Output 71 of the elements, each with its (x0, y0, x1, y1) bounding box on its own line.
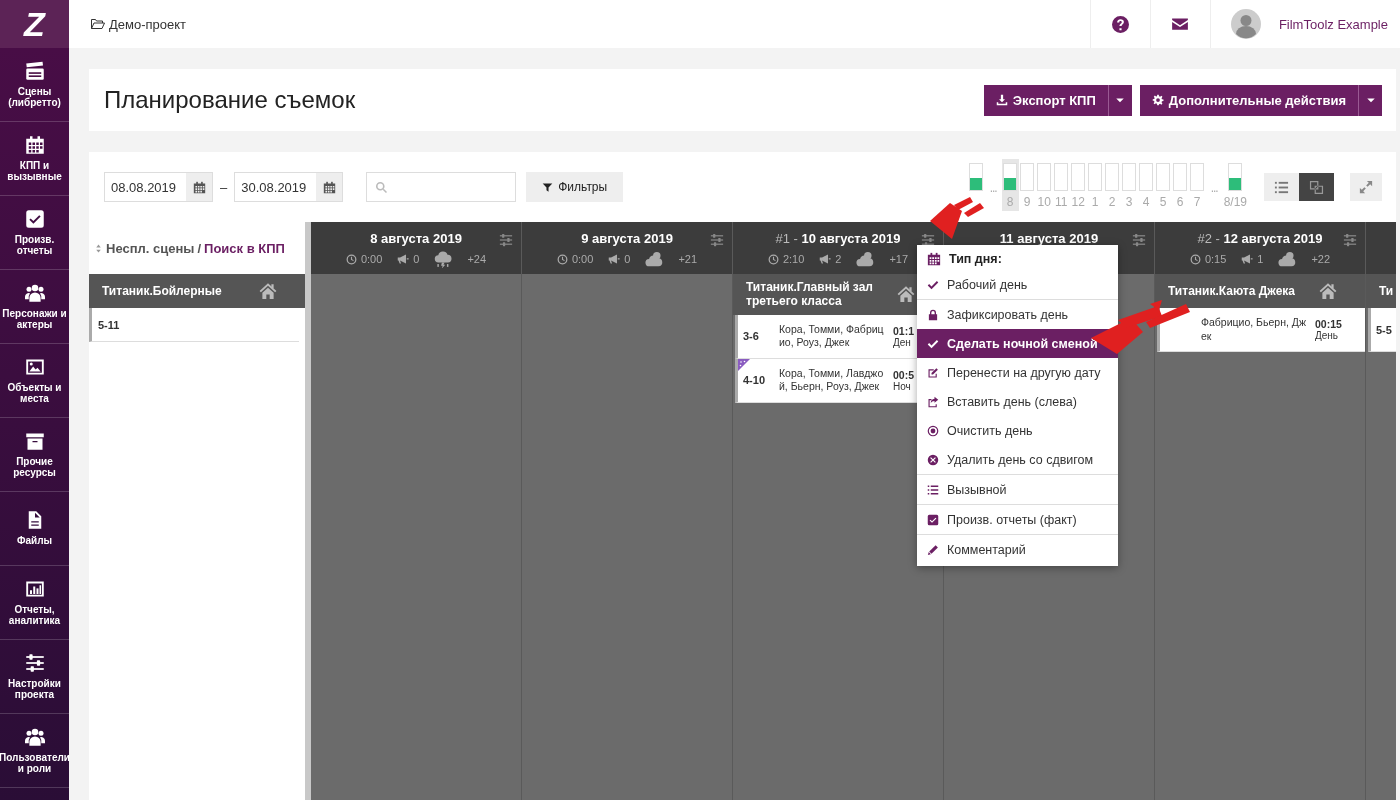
temperature: +21 (678, 253, 698, 265)
day-label: 7 (1193, 196, 1201, 208)
menu-item[interactable]: Рабочий день (917, 270, 1118, 299)
day-label: 4 (1142, 196, 1150, 208)
temperature: +24 (467, 253, 487, 265)
action-button[interactable]: Экспорт КПП (983, 84, 1108, 116)
cast-list: Фабрицио, Бьерн, Джек (1201, 316, 1315, 343)
menu-item[interactable]: Произв. отчеты (факт) (917, 505, 1118, 534)
scene-duration: 01:1 (893, 324, 914, 337)
scene-duration: 00:5 (893, 368, 914, 381)
shoot-time: 0:15 (1204, 253, 1227, 265)
shoot-time: 0:00 (360, 253, 383, 265)
user-name[interactable]: FilmToolz Example (1278, 16, 1388, 32)
app-logo[interactable]: Z (0, 0, 69, 48)
day-title: #2 - 12 августа 2019 (1197, 231, 1323, 246)
shoot-time: 2:10 (782, 253, 805, 265)
shift-type: День (1315, 330, 1339, 341)
call-count: 0 (624, 253, 631, 265)
location-name: Ти (1379, 283, 1394, 299)
day-title: #1 - 10 августа 2019 (775, 231, 901, 246)
day-label: 2 (1108, 196, 1116, 208)
day-label: 1 (1091, 196, 1099, 208)
menu-item[interactable]: Очистить день (917, 416, 1118, 445)
search-link[interactable]: Поиск в КПП (204, 240, 285, 256)
unplanned-title[interactable]: Неспл. сцены (106, 240, 195, 256)
location-name: Титаник.Бойлерные (102, 283, 222, 299)
scene-duration: 00:15 (1315, 318, 1342, 330)
day-label: 12 (1071, 196, 1085, 208)
breadcrumb-link[interactable]: Демо-проект (109, 16, 187, 32)
scene-card[interactable]: Фабрицио, Бьерн, Джек 00:15 День (1157, 308, 1365, 352)
temperature: +22 (1311, 253, 1331, 265)
scene-number: 4-10 (743, 374, 767, 387)
scene-number: 5-11 (98, 318, 120, 331)
scene-number: 5-5 (1376, 323, 1393, 336)
ellipsis: ... (1210, 182, 1218, 194)
call-count: 0 (413, 253, 420, 265)
filter-button[interactable]: Фильтры (526, 172, 624, 202)
menu-item[interactable]: Сделать ночной сменой (917, 329, 1118, 358)
day-label: 11 (1054, 196, 1068, 208)
day-label: 5 (1159, 196, 1167, 208)
day-title: 8 августа 2019 (370, 231, 462, 246)
location-name: Титаник.Каюта Джека (1168, 283, 1295, 299)
cast-list: Кора, Томми, Лавджой, Бьерн, Роуз, Джек (779, 367, 893, 394)
day-label: 8 (1006, 196, 1014, 208)
action-button[interactable]: Дополнительные действия (1139, 84, 1358, 116)
cast-list: Кора, Томми, Фабрицио, Роуз, Джек (779, 323, 893, 350)
shift-type: Ноч (893, 380, 911, 392)
day-label: 9 (1023, 196, 1031, 208)
day-title: 11 августа 2019 (999, 231, 1099, 246)
menu-item[interactable]: Комментарий (917, 535, 1118, 564)
location-name: Титаник.Главный зал третьего класса (746, 280, 874, 309)
call-count: 2 (835, 253, 842, 265)
page-title: Планирование съемок (104, 86, 356, 114)
ellipsis: ... (989, 182, 997, 194)
scene-number: 3-6 (743, 330, 760, 343)
menu-item[interactable]: Удалить день со сдвигом (917, 445, 1118, 474)
menu-item[interactable]: Вызывной (917, 475, 1118, 504)
day-label: 6 (1176, 196, 1184, 208)
separator: / (197, 240, 202, 256)
day-title: 9 августа 2019 (581, 231, 673, 246)
shoot-time: 0:00 (571, 253, 594, 265)
day-label: 10 (1037, 196, 1051, 208)
shift-type: Ден (893, 336, 911, 348)
menu-header: Тип дня: (949, 252, 1002, 266)
scene-card[interactable]: 5-5 (1368, 308, 1396, 352)
day-label: 8/19 (1223, 196, 1247, 208)
temperature: +17 (889, 253, 909, 265)
range-dash: – (220, 179, 228, 195)
call-count: 1 (1257, 253, 1264, 265)
scene-row[interactable]: 5-11 (89, 308, 299, 342)
day-label: 3 (1125, 196, 1133, 208)
